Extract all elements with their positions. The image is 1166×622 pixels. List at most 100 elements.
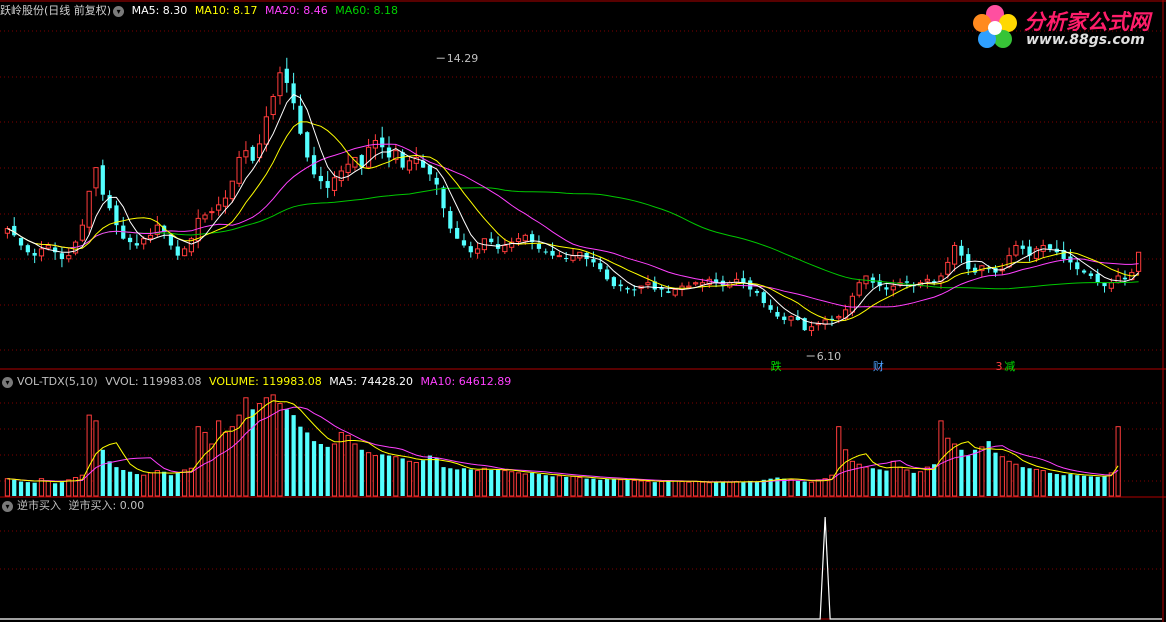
volume-bar-down	[1102, 476, 1107, 496]
volume-bar-down	[448, 468, 453, 496]
candle-body-up	[345, 163, 351, 173]
candle	[318, 166, 323, 190]
candle	[481, 238, 488, 254]
volume-bar-down	[754, 481, 760, 496]
volume-bar-up	[413, 461, 419, 497]
chevron-down-icon[interactable]: ▾	[2, 376, 13, 388]
volume-bar-down	[530, 472, 535, 496]
candle-body-up	[849, 295, 856, 313]
candle	[4, 226, 11, 239]
indicator-spike-line	[0, 516, 1162, 620]
volume-bar-up	[672, 480, 678, 497]
candle	[243, 141, 249, 164]
candle-body-down	[100, 165, 105, 195]
volume-bar-up	[570, 475, 576, 497]
candlesticks	[4, 57, 1142, 337]
candle-body-down	[1075, 262, 1080, 270]
volume-bar-up	[4, 478, 11, 497]
candle-body-up	[672, 289, 678, 296]
candle-body-down	[1088, 273, 1094, 276]
grid-layer	[0, 0, 1166, 622]
candle	[209, 207, 215, 221]
candle-body-up	[263, 116, 269, 145]
volume-bar-up	[1033, 468, 1039, 497]
volume-bar-up	[808, 481, 815, 497]
candle-body-down	[768, 305, 773, 310]
candle-body-down	[298, 105, 303, 134]
chevron-down-icon[interactable]: ▾	[2, 500, 13, 512]
volume-bar-down	[604, 478, 610, 496]
low-label: 6.10	[817, 350, 842, 363]
volume-bar-down	[291, 415, 296, 496]
volume-bar-up	[481, 467, 488, 497]
volume-bar-down	[1061, 475, 1066, 496]
volume-bar-up	[1006, 460, 1012, 497]
volume-ma-lines	[7, 400, 1119, 483]
candle	[884, 284, 889, 296]
candle-body-up	[808, 326, 815, 332]
candle-body-up	[181, 248, 188, 257]
candle	[522, 233, 528, 245]
candle	[495, 236, 501, 254]
candle	[216, 196, 222, 216]
volume-bar-up	[727, 481, 733, 497]
vol-ma10-label: MA10: 64612.89	[420, 375, 512, 388]
volume-bar-down	[250, 409, 255, 496]
volume-bar-down	[1095, 476, 1100, 496]
volume-bar-down	[911, 472, 916, 496]
candle-body-down	[632, 289, 637, 291]
volume-bar-down	[1047, 472, 1053, 496]
volume-bar-up	[686, 481, 692, 497]
candle-body-up	[406, 160, 413, 171]
volume-bar-up	[331, 443, 338, 497]
candle-body-down	[489, 238, 494, 243]
candle	[359, 154, 364, 175]
candle	[1102, 282, 1107, 293]
candle-body-down	[468, 246, 473, 253]
volume-bar-down	[134, 474, 139, 496]
candle	[530, 230, 535, 250]
volume-bar-up	[999, 456, 1005, 497]
candle	[951, 241, 958, 272]
volume-bar-up	[181, 469, 188, 497]
volume-bar-up	[515, 472, 522, 497]
candle-body-down	[1122, 277, 1128, 280]
volume-bar-down	[175, 472, 180, 496]
candle-body-up	[1013, 244, 1019, 256]
candle-body-up	[236, 156, 242, 184]
volume-bar-up	[577, 477, 583, 497]
volume-bar-up	[638, 480, 644, 497]
volume-bar-up	[345, 434, 351, 497]
volume-bar-up	[788, 479, 794, 497]
candle	[154, 215, 160, 238]
volume-bar-up	[842, 449, 849, 497]
indicator-line	[0, 516, 1162, 620]
chevron-down-icon[interactable]: ▾	[113, 5, 125, 17]
volume-bar-down	[359, 449, 364, 496]
volume-bar-up	[365, 452, 372, 497]
candle	[305, 131, 310, 162]
candle	[380, 126, 385, 159]
indicator-title[interactable]: 逆市买入	[17, 499, 61, 512]
candle-body-up	[836, 316, 842, 319]
volume-bar-up	[270, 394, 276, 497]
candle-body-down	[604, 269, 610, 280]
chart-canvas[interactable]: 14.29 6.10 跌 财 3 减	[0, 0, 1166, 622]
candle	[1020, 240, 1025, 255]
indicator-panel-header: ▾ 逆市买入 逆市买入: 0.00	[0, 498, 148, 514]
volume-bar-down	[495, 469, 501, 496]
candle-body-up	[474, 248, 481, 254]
stock-title[interactable]: 跃岭股份(日线 前复权)	[0, 4, 111, 17]
candle-body-down	[754, 290, 760, 293]
candle-body-up	[1115, 275, 1121, 284]
volume-bar-down	[107, 461, 112, 496]
candle	[12, 217, 17, 237]
volume-bar-up	[897, 466, 903, 497]
volume-bar-down	[611, 479, 616, 496]
candle-body-up	[788, 316, 794, 321]
volume-bar-up	[863, 466, 869, 497]
vol-title[interactable]: VOL-TDX(5,10)	[17, 375, 98, 388]
candle	[788, 315, 794, 327]
candle	[1122, 270, 1128, 286]
candle	[1075, 259, 1080, 276]
